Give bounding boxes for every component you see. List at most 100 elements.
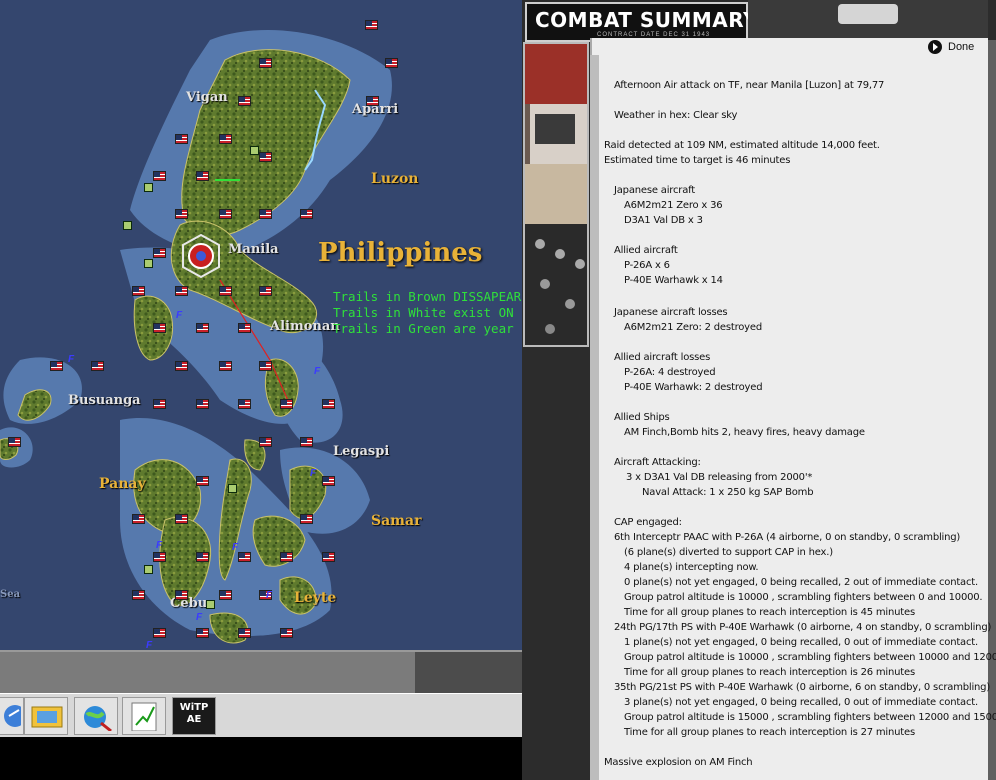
ground-unit-icon[interactable]: [123, 221, 132, 230]
airfield-marker-icon[interactable]: F: [232, 542, 238, 553]
allied-base-flag-icon[interactable]: [219, 286, 232, 296]
allied-base-flag-icon[interactable]: [300, 514, 313, 524]
ground-unit-icon[interactable]: [144, 259, 153, 268]
allied-base-flag-icon[interactable]: [153, 171, 166, 181]
airfield-marker-icon[interactable]: F: [266, 590, 272, 601]
allied-base-flag-icon[interactable]: [259, 361, 272, 371]
report-line: 3 plane(s) not yet engaged, 0 being reca…: [624, 697, 978, 708]
allied-base-flag-icon[interactable]: [238, 399, 251, 409]
target-hex-icon[interactable]: [181, 234, 221, 278]
allied-base-flag-icon[interactable]: [196, 552, 209, 562]
taskbar-folder-button[interactable]: [24, 697, 68, 735]
airfield-marker-icon[interactable]: F: [68, 354, 74, 365]
report-line: Massive explosion on AM Finch: [604, 757, 753, 768]
report-line: Time for all group planes to reach inter…: [624, 667, 915, 678]
allied-base-flag-icon[interactable]: [132, 590, 145, 600]
ground-unit-icon[interactable]: [144, 183, 153, 192]
allied-base-flag-icon[interactable]: [259, 58, 272, 68]
report-line: Afternoon Air attack on TF, near Manila …: [614, 80, 885, 91]
allied-base-flag-icon[interactable]: [238, 552, 251, 562]
allied-base-flag-icon[interactable]: [300, 209, 313, 219]
report-line: A6M2m21 Zero: 2 destroyed: [624, 322, 762, 333]
allied-base-flag-icon[interactable]: [280, 628, 293, 638]
report-line: AM Finch,Bomb hits 2, heavy fires, heavy…: [624, 427, 865, 438]
taskbar-browser-button[interactable]: [0, 697, 24, 735]
place-vigan: Vigan: [186, 90, 228, 105]
allied-base-flag-icon[interactable]: [175, 286, 188, 296]
report-line: P-40E Warhawk x 14: [624, 275, 723, 286]
allied-base-flag-icon[interactable]: [175, 209, 188, 219]
report-line: 35th PG/21st PS with P-40E Warhawk (0 ai…: [614, 682, 991, 693]
allied-base-flag-icon[interactable]: [196, 323, 209, 333]
allied-base-flag-icon[interactable]: [219, 590, 232, 600]
allied-base-flag-icon[interactable]: [238, 96, 251, 106]
region-title: Philippines: [318, 238, 483, 268]
place-samar: Samar: [371, 513, 422, 529]
allied-base-flag-icon[interactable]: [259, 152, 272, 162]
allied-base-flag-icon[interactable]: [385, 58, 398, 68]
allied-base-flag-icon[interactable]: [153, 552, 166, 562]
allied-base-flag-icon[interactable]: [238, 323, 251, 333]
strategic-map[interactable]: Vigan Aparri Luzon Manila Alimonan Busua…: [0, 0, 590, 650]
airfield-marker-icon[interactable]: F: [146, 640, 152, 650]
taskbar: WiTP AE: [0, 693, 590, 737]
allied-base-flag-icon[interactable]: [219, 134, 232, 144]
allied-base-flag-icon[interactable]: [132, 514, 145, 524]
taskbar-notepad-button[interactable]: [122, 697, 166, 735]
report-line: P-26A: 4 destroyed: [624, 367, 716, 378]
allied-base-flag-icon[interactable]: [50, 361, 63, 371]
ground-unit-icon[interactable]: [228, 484, 237, 493]
allied-base-flag-icon[interactable]: [196, 399, 209, 409]
taskbar-globe-button[interactable]: [74, 697, 118, 735]
allied-base-flag-icon[interactable]: [153, 628, 166, 638]
airfield-marker-icon[interactable]: F: [196, 612, 202, 623]
ground-unit-icon[interactable]: [250, 146, 259, 155]
allied-base-flag-icon[interactable]: [259, 286, 272, 296]
combat-photo-image: [525, 44, 587, 345]
clip-plate: [838, 4, 898, 24]
place-manila: Manila: [228, 242, 279, 257]
allied-base-flag-icon[interactable]: [365, 20, 378, 30]
trail-note-green: Trails in Green are year: [333, 321, 514, 336]
allied-base-flag-icon[interactable]: [219, 361, 232, 371]
ground-unit-icon[interactable]: [144, 565, 153, 574]
allied-base-flag-icon[interactable]: [322, 399, 335, 409]
allied-base-flag-icon[interactable]: [238, 628, 251, 638]
place-panay: Panay: [99, 476, 146, 492]
place-sea-fragment: Sea: [0, 589, 21, 600]
airfield-marker-icon[interactable]: F: [314, 366, 320, 377]
allied-base-flag-icon[interactable]: [175, 134, 188, 144]
airfield-marker-icon[interactable]: F: [176, 310, 182, 321]
allied-base-flag-icon[interactable]: [196, 476, 209, 486]
allied-base-flag-icon[interactable]: [91, 361, 104, 371]
allied-base-flag-icon[interactable]: [153, 323, 166, 333]
allied-base-flag-icon[interactable]: [132, 286, 145, 296]
airfield-marker-icon[interactable]: F: [310, 468, 316, 479]
allied-base-flag-icon[interactable]: [259, 209, 272, 219]
allied-base-flag-icon[interactable]: [153, 399, 166, 409]
allied-base-flag-icon[interactable]: [196, 628, 209, 638]
allied-base-flag-icon[interactable]: [219, 209, 232, 219]
allied-base-flag-icon[interactable]: [153, 248, 166, 258]
allied-base-flag-icon[interactable]: [280, 399, 293, 409]
right-scroll-edge[interactable]: [988, 40, 996, 780]
allied-base-flag-icon[interactable]: [175, 361, 188, 371]
place-alimonan: Alimonan: [270, 319, 340, 334]
allied-base-flag-icon[interactable]: [322, 476, 335, 486]
notepad-icon: [131, 702, 157, 731]
report-line: 24th PG/17th PS with P-40E Warhawk (0 ai…: [614, 622, 992, 633]
allied-base-flag-icon[interactable]: [366, 96, 379, 106]
done-button[interactable]: Done: [928, 40, 974, 54]
taskbar-witp-button[interactable]: WiTP AE: [172, 697, 216, 735]
trail-note-brown: Trails in Brown DISSAPEAR: [333, 289, 522, 304]
allied-base-flag-icon[interactable]: [259, 437, 272, 447]
allied-base-flag-icon[interactable]: [8, 437, 21, 447]
allied-base-flag-icon[interactable]: [322, 552, 335, 562]
allied-base-flag-icon[interactable]: [175, 514, 188, 524]
airfield-marker-icon[interactable]: F: [156, 540, 162, 551]
allied-base-flag-icon[interactable]: [196, 171, 209, 181]
ground-unit-icon[interactable]: [206, 600, 215, 609]
allied-base-flag-icon[interactable]: [175, 590, 188, 600]
allied-base-flag-icon[interactable]: [300, 437, 313, 447]
allied-base-flag-icon[interactable]: [280, 552, 293, 562]
